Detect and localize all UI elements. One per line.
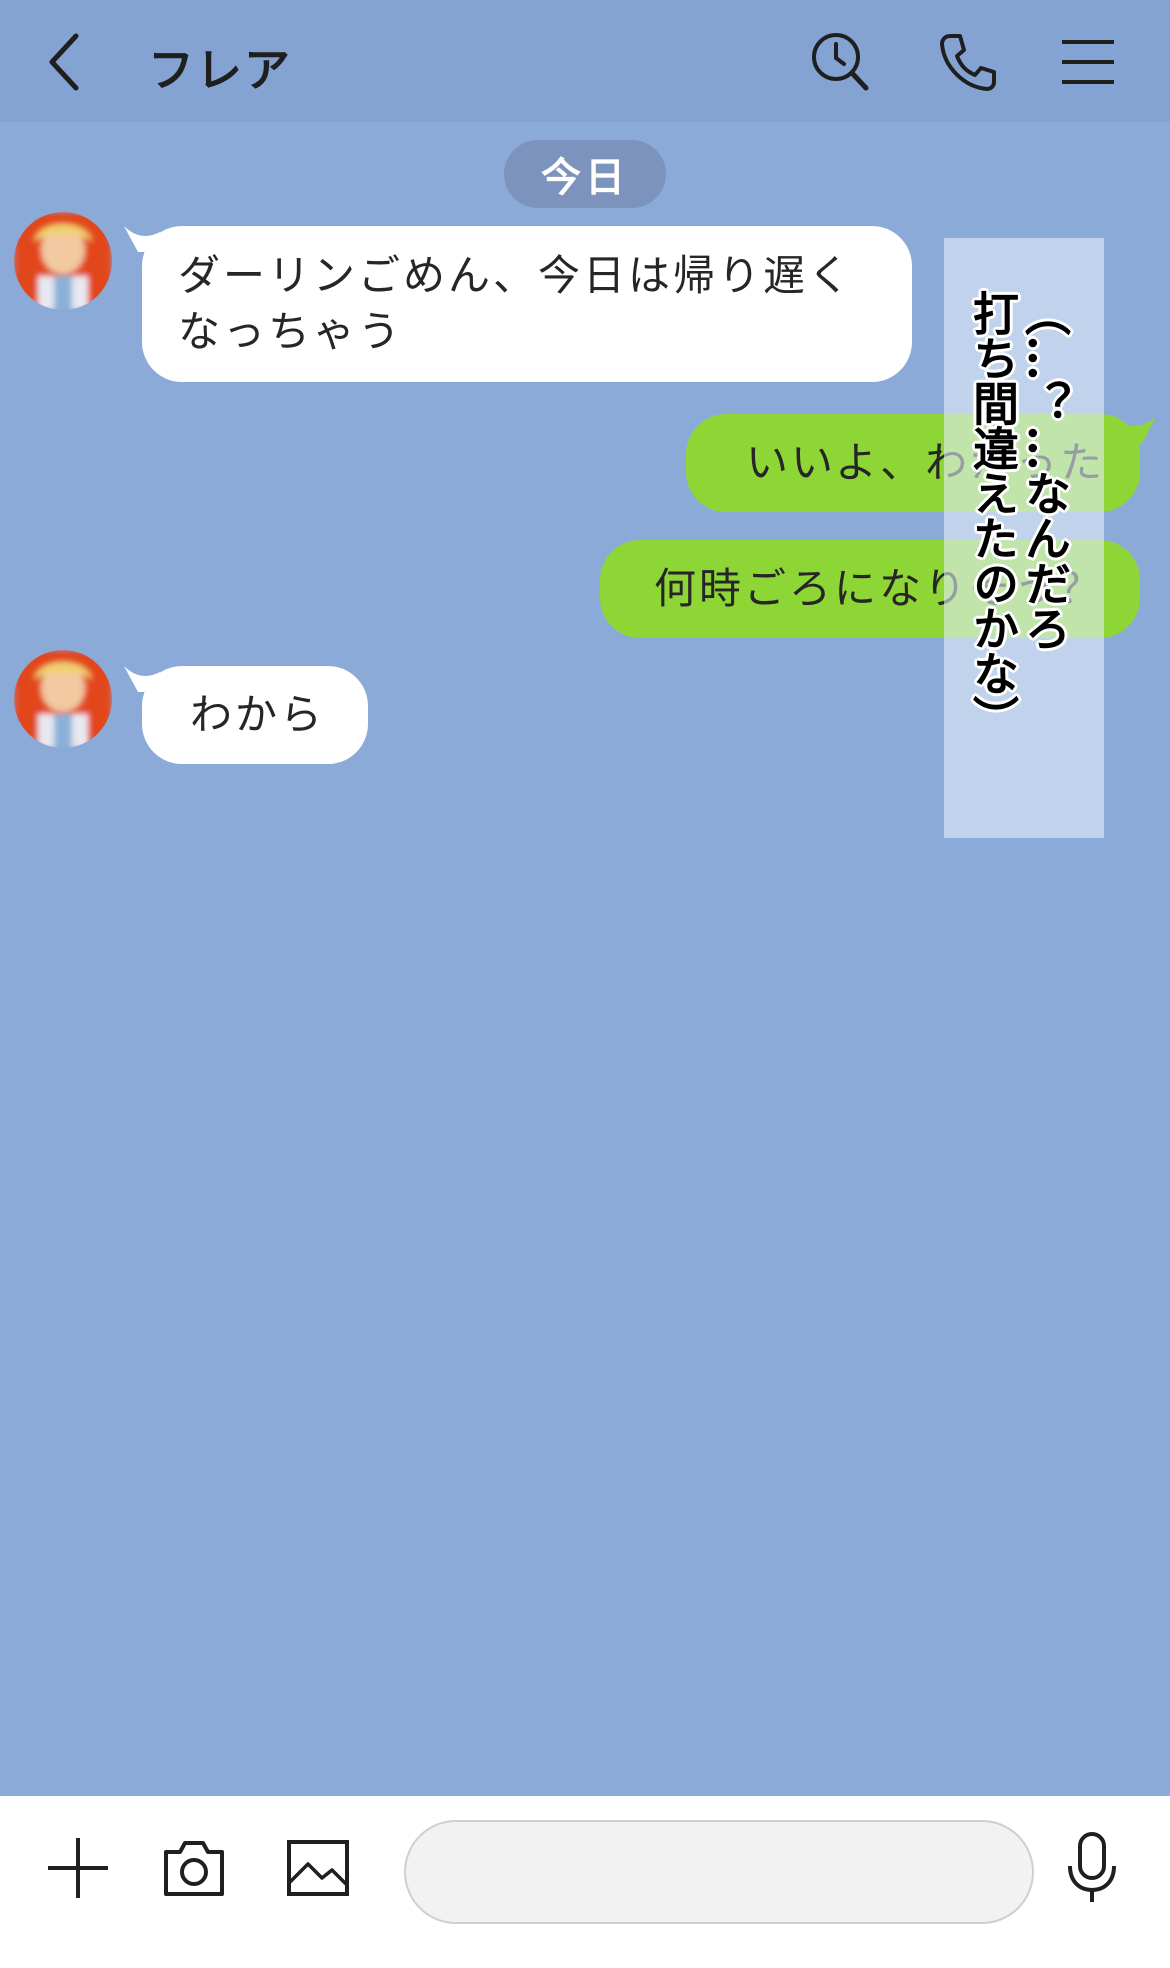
date-separator: 今日: [504, 140, 666, 208]
avatar[interactable]: [14, 212, 112, 310]
phone-icon[interactable]: [936, 30, 1000, 94]
search-icon[interactable]: [808, 30, 872, 94]
mic-icon[interactable]: [1060, 1830, 1124, 1906]
menu-icon[interactable]: [1056, 30, 1120, 94]
input-bar: [0, 1796, 1170, 1968]
incoming-message[interactable]: ダーリンごめん、今日は帰り遅く なっちゃう: [142, 226, 912, 382]
plus-icon[interactable]: [44, 1834, 112, 1902]
message-input[interactable]: [404, 1820, 1034, 1924]
chat-title: フレア: [148, 43, 292, 97]
thought-overlay: （…？…なんだろ 打ち間違えたのかな）: [944, 238, 1104, 838]
incoming-message[interactable]: わから: [142, 666, 368, 764]
image-icon[interactable]: [284, 1834, 352, 1902]
back-icon[interactable]: [44, 30, 88, 94]
thought-line: 打ち間違えたのかな）: [966, 290, 1020, 740]
chat-header: フレア: [0, 0, 1170, 122]
message-line: なっちゃう: [178, 307, 404, 356]
avatar[interactable]: [14, 650, 112, 748]
thought-line: （…？…なんだろ: [1018, 290, 1072, 650]
camera-icon[interactable]: [160, 1834, 228, 1902]
message-line: ダーリンごめん、今日は帰り遅く: [178, 251, 854, 300]
